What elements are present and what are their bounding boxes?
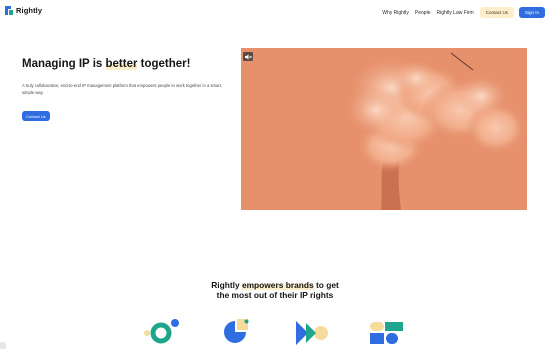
hero-title-end: together! (137, 58, 191, 70)
hero-title-start: Managing IP is (22, 58, 106, 70)
nav-link-rightly-law-firm[interactable]: Rightly Law Firm (436, 10, 473, 16)
tile-blocks-icon (370, 322, 403, 344)
nav-link-people[interactable]: People (415, 10, 431, 16)
hero-title-highlight: better (105, 58, 138, 70)
brand-logo[interactable]: Rightly (5, 6, 42, 15)
main-nav: Why Rightly People Rightly Law Firm Cont… (382, 7, 550, 18)
sign-in-button[interactable]: Sign In (518, 7, 545, 18)
nav-link-why-rightly[interactable]: Why Rightly (382, 10, 409, 16)
play-arrows-icon (296, 321, 328, 345)
chat-launcher-icon[interactable] (0, 342, 6, 349)
rightly-logo-icon (5, 6, 13, 15)
hero-contact-button[interactable]: Contact Us (22, 111, 50, 121)
section-heading-end: to get (313, 280, 339, 290)
section-heading-highlight: empowers brands (241, 280, 314, 290)
hero-video[interactable] (241, 48, 527, 210)
circle-cluster-icon (144, 319, 179, 344)
brand-name: Rightly (16, 6, 43, 15)
hero-title: Managing IP is better together! (22, 58, 190, 70)
top-navigation: Rightly Why Rightly People Rightly Law F… (0, 0, 550, 24)
contact-us-nav-button[interactable]: Contact Us (479, 7, 514, 18)
pie-shape-icon (224, 319, 249, 343)
video-mute-icon (244, 54, 252, 59)
section-heading-line-1: Rightly empowers brands to get (0, 280, 550, 290)
video-mute-button[interactable] (243, 52, 253, 61)
smoke-cloud-image (241, 48, 527, 210)
hero-subtitle: A truly collaborative, end-to-end IP man… (22, 83, 223, 95)
section-heading-start: Rightly (211, 280, 242, 290)
section-heading-line-2: the most out of their IP rights (216, 290, 334, 300)
